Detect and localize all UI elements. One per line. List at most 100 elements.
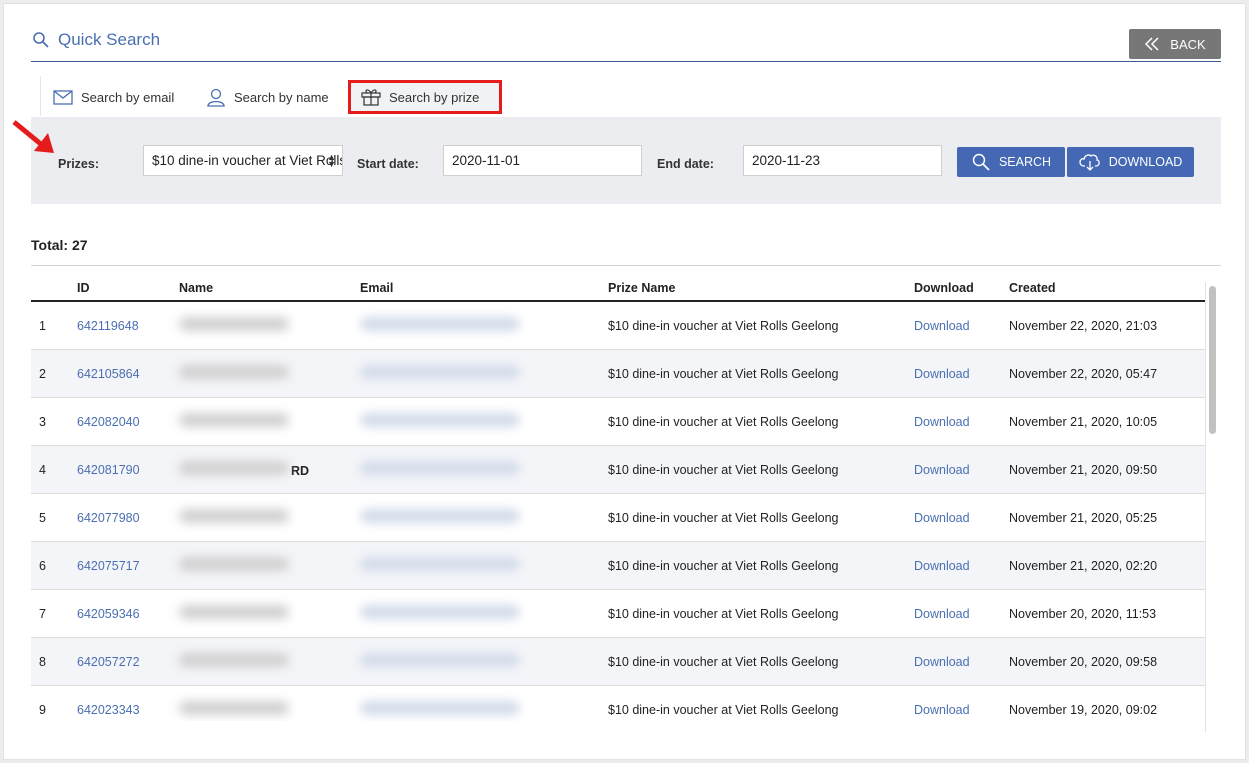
search-icon: [972, 153, 990, 171]
start-date-input[interactable]: 2020-11-01: [443, 145, 642, 176]
page-title: Quick Search: [58, 30, 161, 49]
table-row: 3 642082040 $10 dine-in voucher at Viet …: [31, 397, 1206, 446]
tab-label: Search by email: [81, 89, 175, 105]
table-row: 2 642105864 $10 dine-in voucher at Viet …: [31, 349, 1206, 398]
search-icon: [33, 32, 49, 48]
row-number: 1: [31, 301, 77, 350]
row-created: November 20, 2020, 11:53: [1009, 589, 1206, 638]
row-id-link[interactable]: 642059346: [77, 607, 140, 621]
table-header-row: ID Name Email Prize Name Download Create…: [31, 276, 1206, 302]
results-table-container: ID Name Email Prize Name Download Create…: [31, 276, 1206, 721]
search-button[interactable]: SEARCH: [957, 147, 1065, 177]
redacted-name: [179, 557, 289, 571]
table-row: 7 642059346 $10 dine-in voucher at Viet …: [31, 589, 1206, 638]
column-header-prize-name[interactable]: Prize Name: [608, 276, 914, 302]
redacted-name: [179, 317, 289, 331]
row-id-link[interactable]: 642119648: [77, 319, 139, 333]
row-prize-name: $10 dine-in voucher at Viet Rolls Geelon…: [608, 301, 914, 350]
table-scrollbar[interactable]: [1205, 282, 1218, 732]
row-created: November 21, 2020, 09:50: [1009, 445, 1206, 494]
row-download-link[interactable]: Download: [914, 559, 970, 573]
end-date-value: 2020-11-23: [752, 153, 821, 168]
row-download-link[interactable]: Download: [914, 607, 970, 621]
row-prize-name: $10 dine-in voucher at Viet Rolls Geelon…: [608, 685, 914, 721]
row-id-link[interactable]: 642082040: [77, 415, 140, 429]
row-created: November 22, 2020, 05:47: [1009, 349, 1206, 398]
select-arrows-icon: ▲ ▼: [327, 152, 336, 169]
results-table: ID Name Email Prize Name Download Create…: [31, 276, 1206, 721]
table-row: 9 642023343 $10 dine-in voucher at Viet …: [31, 685, 1206, 721]
row-prize-name: $10 dine-in voucher at Viet Rolls Geelon…: [608, 493, 914, 542]
row-id-link[interactable]: 642081790: [77, 463, 140, 477]
mail-icon: [53, 89, 73, 105]
tab-search-by-prize[interactable]: Search by prize: [348, 80, 502, 114]
total-count: Total: 27: [31, 237, 88, 253]
tab-search-by-email[interactable]: Search by email: [53, 80, 174, 114]
row-created: November 21, 2020, 10:05: [1009, 397, 1206, 446]
end-date-label: End date:: [657, 157, 714, 171]
redacted-name: [179, 653, 289, 667]
column-header-created[interactable]: Created: [1009, 276, 1206, 302]
table-row: 4 642081790 RD $10 dine-in voucher at Vi…: [31, 445, 1206, 494]
column-header-index: [31, 276, 77, 302]
end-date-input[interactable]: 2020-11-23: [743, 145, 942, 176]
row-number: 2: [31, 349, 77, 398]
back-button-label: BACK: [1170, 36, 1206, 52]
table-row: 6 642075717 $10 dine-in voucher at Viet …: [31, 541, 1206, 590]
row-id-link[interactable]: 642023343: [77, 703, 140, 717]
redacted-name: [179, 365, 289, 379]
row-number: 6: [31, 541, 77, 590]
back-button[interactable]: BACK: [1129, 29, 1221, 59]
row-prize-name: $10 dine-in voucher at Viet Rolls Geelon…: [608, 445, 914, 494]
redacted-email: [360, 509, 520, 523]
row-download-link[interactable]: Download: [914, 415, 970, 429]
row-created: November 19, 2020, 09:02: [1009, 685, 1206, 721]
chevron-double-left-icon: [1145, 37, 1159, 51]
row-download-link[interactable]: Download: [914, 463, 970, 477]
table-row: 1 642119648 $10 dine-in voucher at Viet …: [31, 301, 1206, 350]
app-frame: Quick Search BACK Search by email Search…: [3, 3, 1246, 760]
scrollbar-thumb[interactable]: [1209, 286, 1216, 434]
row-number: 7: [31, 589, 77, 638]
red-arrow-icon: [12, 120, 54, 153]
row-number: 5: [31, 493, 77, 542]
download-button[interactable]: DOWNLOAD: [1067, 147, 1194, 177]
redacted-email: [360, 461, 520, 475]
row-download-link[interactable]: Download: [914, 703, 970, 717]
row-download-link[interactable]: Download: [914, 367, 970, 381]
row-download-link[interactable]: Download: [914, 511, 970, 525]
row-id-link[interactable]: 642077980: [77, 511, 140, 525]
row-id-link[interactable]: 642057272: [77, 655, 140, 669]
total-divider: [31, 265, 1221, 266]
quick-search-header: Quick Search: [32, 30, 160, 50]
row-download-link[interactable]: Download: [914, 655, 970, 669]
row-number: 4: [31, 445, 77, 494]
column-header-id[interactable]: ID: [77, 276, 179, 302]
row-number: 9: [31, 685, 77, 721]
row-created: November 22, 2020, 21:03: [1009, 301, 1206, 350]
row-prize-name: $10 dine-in voucher at Viet Rolls Geelon…: [608, 349, 914, 398]
redacted-email: [360, 557, 520, 571]
search-tabs: Search by email Search by name Search by…: [40, 76, 502, 116]
row-created: November 21, 2020, 05:25: [1009, 493, 1206, 542]
row-id-link[interactable]: 642075717: [77, 559, 140, 573]
row-prize-name: $10 dine-in voucher at Viet Rolls Geelon…: [608, 589, 914, 638]
row-id-link[interactable]: 642105864: [77, 367, 140, 381]
tab-label: Search by name: [234, 89, 329, 105]
search-button-label: SEARCH: [998, 155, 1052, 169]
redacted-email: [360, 701, 520, 715]
redacted-name: [179, 461, 289, 475]
redacted-name: [179, 605, 289, 619]
prize-select[interactable]: $10 dine-in voucher at Viet Rolls Geelon…: [143, 145, 343, 176]
column-header-email[interactable]: Email: [360, 276, 608, 302]
gift-icon: [361, 89, 381, 106]
table-row: 8 642057272 $10 dine-in voucher at Viet …: [31, 637, 1206, 686]
row-download-link[interactable]: Download: [914, 319, 970, 333]
redacted-name: [179, 413, 289, 427]
row-created: November 21, 2020, 02:20: [1009, 541, 1206, 590]
tab-search-by-name[interactable]: Search by name: [206, 80, 329, 114]
row-prize-name: $10 dine-in voucher at Viet Rolls Geelon…: [608, 637, 914, 686]
user-icon: [207, 88, 225, 107]
column-header-download[interactable]: Download: [914, 276, 1009, 302]
column-header-name[interactable]: Name: [179, 276, 360, 302]
